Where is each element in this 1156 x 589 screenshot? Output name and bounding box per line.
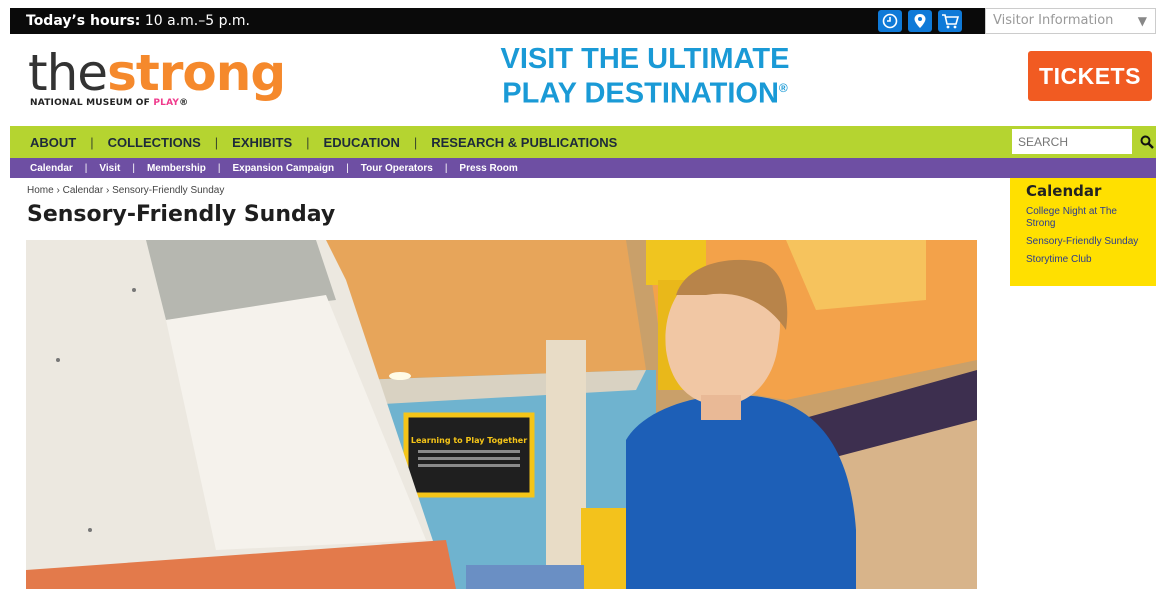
tickets-button[interactable]: TICKETS: [1028, 51, 1152, 101]
sign-title: Learning to Play Together: [411, 436, 527, 445]
promo-mark: ®: [778, 81, 788, 95]
promo-line-2-wrap: PLAY DESTINATION®: [470, 74, 820, 109]
sub-nav: Calendar | Visit | Membership | Expansio…: [10, 158, 1156, 178]
promo-headline[interactable]: VISIT THE ULTIMATE PLAY DESTINATION®: [470, 45, 820, 109]
subnav-item-tour-operators[interactable]: Tour Operators: [361, 163, 433, 174]
todays-hours: Today’s hours: 10 a.m.–5 p.m.: [26, 12, 250, 30]
hero-photo: Learning to Play Together: [26, 240, 977, 589]
calendar-item-storytime-club[interactable]: Storytime Club: [1026, 254, 1146, 266]
subnav-item-press-room[interactable]: Press Room: [459, 163, 517, 174]
page-title: Sensory-Friendly Sunday: [27, 202, 336, 227]
visitor-information-select[interactable]: Visitor Information ▼: [985, 8, 1156, 34]
nav-item-collections[interactable]: COLLECTIONS: [108, 135, 201, 150]
logo-sub-mark: ®: [179, 98, 189, 108]
chevron-down-icon: ▼: [1137, 14, 1147, 28]
subnav-separator: |: [132, 162, 135, 174]
nav-item-research-publications[interactable]: RESEARCH & PUBLICATIONS: [431, 135, 617, 150]
breadcrumb-separator: ›: [105, 185, 110, 196]
breadcrumb-calendar[interactable]: Calendar: [63, 185, 104, 196]
learning-sign: [403, 412, 535, 498]
main-nav: ABOUT | COLLECTIONS | EXHIBITS | EDUCATI…: [10, 126, 1156, 158]
promo-line-1: VISIT THE ULTIMATE: [500, 43, 790, 75]
breadcrumb: Home › Calendar › Sensory-Friendly Sunda…: [27, 185, 224, 196]
nav-separator: |: [306, 134, 310, 150]
hours-value: 10 a.m.–5 p.m.: [144, 13, 251, 29]
subnav-item-visit[interactable]: Visit: [99, 163, 120, 174]
clock-icon[interactable]: [878, 10, 902, 32]
calendar-item-college-night[interactable]: College Night at The Strong: [1026, 206, 1146, 230]
nav-separator: |: [413, 134, 418, 150]
logo-sub-text: NATIONAL MUSEUM OF: [30, 98, 150, 108]
nav-separator: |: [214, 134, 219, 150]
top-bar: Today’s hours: 10 a.m.–5 p.m. Visitor In…: [10, 8, 1156, 34]
nav-item-education[interactable]: EDUCATION: [324, 135, 400, 150]
nav-item-exhibits[interactable]: EXHIBITS: [232, 135, 292, 150]
logo-the: the: [28, 44, 108, 102]
calendar-sidebar: Calendar College Night at The Strong Sen…: [1010, 178, 1156, 286]
search-icon[interactable]: [1138, 131, 1156, 153]
logo-strong: strong: [107, 44, 286, 102]
map-pin-icon[interactable]: [908, 10, 932, 32]
breadcrumb-current: Sensory-Friendly Sunday: [112, 185, 225, 196]
hours-label: Today’s hours:: [26, 13, 141, 29]
the-strong-logo[interactable]: thestrong NATIONAL MUSEUM OF PLAY®: [28, 48, 286, 112]
visitor-select-value: Visitor Information: [993, 13, 1114, 28]
logo-wordmark: thestrong: [28, 48, 286, 98]
calendar-item-sensory-friendly-sunday[interactable]: Sensory-Friendly Sunday: [1026, 236, 1146, 248]
nav-item-about[interactable]: ABOUT: [30, 135, 76, 150]
logo-subtitle: NATIONAL MUSEUM OF PLAY®: [30, 98, 188, 108]
breadcrumb-home[interactable]: Home: [27, 185, 54, 196]
subnav-separator: |: [346, 162, 349, 174]
promo-line-2: PLAY DESTINATION: [502, 77, 779, 110]
search-input[interactable]: [1012, 129, 1132, 154]
subnav-item-calendar[interactable]: Calendar: [30, 163, 73, 174]
nav-separator: |: [90, 134, 94, 150]
subnav-separator: |: [444, 162, 448, 174]
top-icon-group: [878, 10, 962, 32]
cart-icon[interactable]: [938, 10, 962, 32]
subnav-separator: |: [217, 162, 221, 174]
subnav-separator: |: [84, 162, 88, 174]
subnav-item-expansion-campaign[interactable]: Expansion Campaign: [232, 163, 334, 174]
logo-sub-play: PLAY: [153, 98, 180, 108]
calendar-title: Calendar: [1026, 182, 1102, 200]
hero-photo-illustration: Learning to Play Together: [26, 240, 977, 589]
subnav-item-membership[interactable]: Membership: [147, 163, 206, 174]
breadcrumb-separator: ›: [56, 185, 60, 196]
